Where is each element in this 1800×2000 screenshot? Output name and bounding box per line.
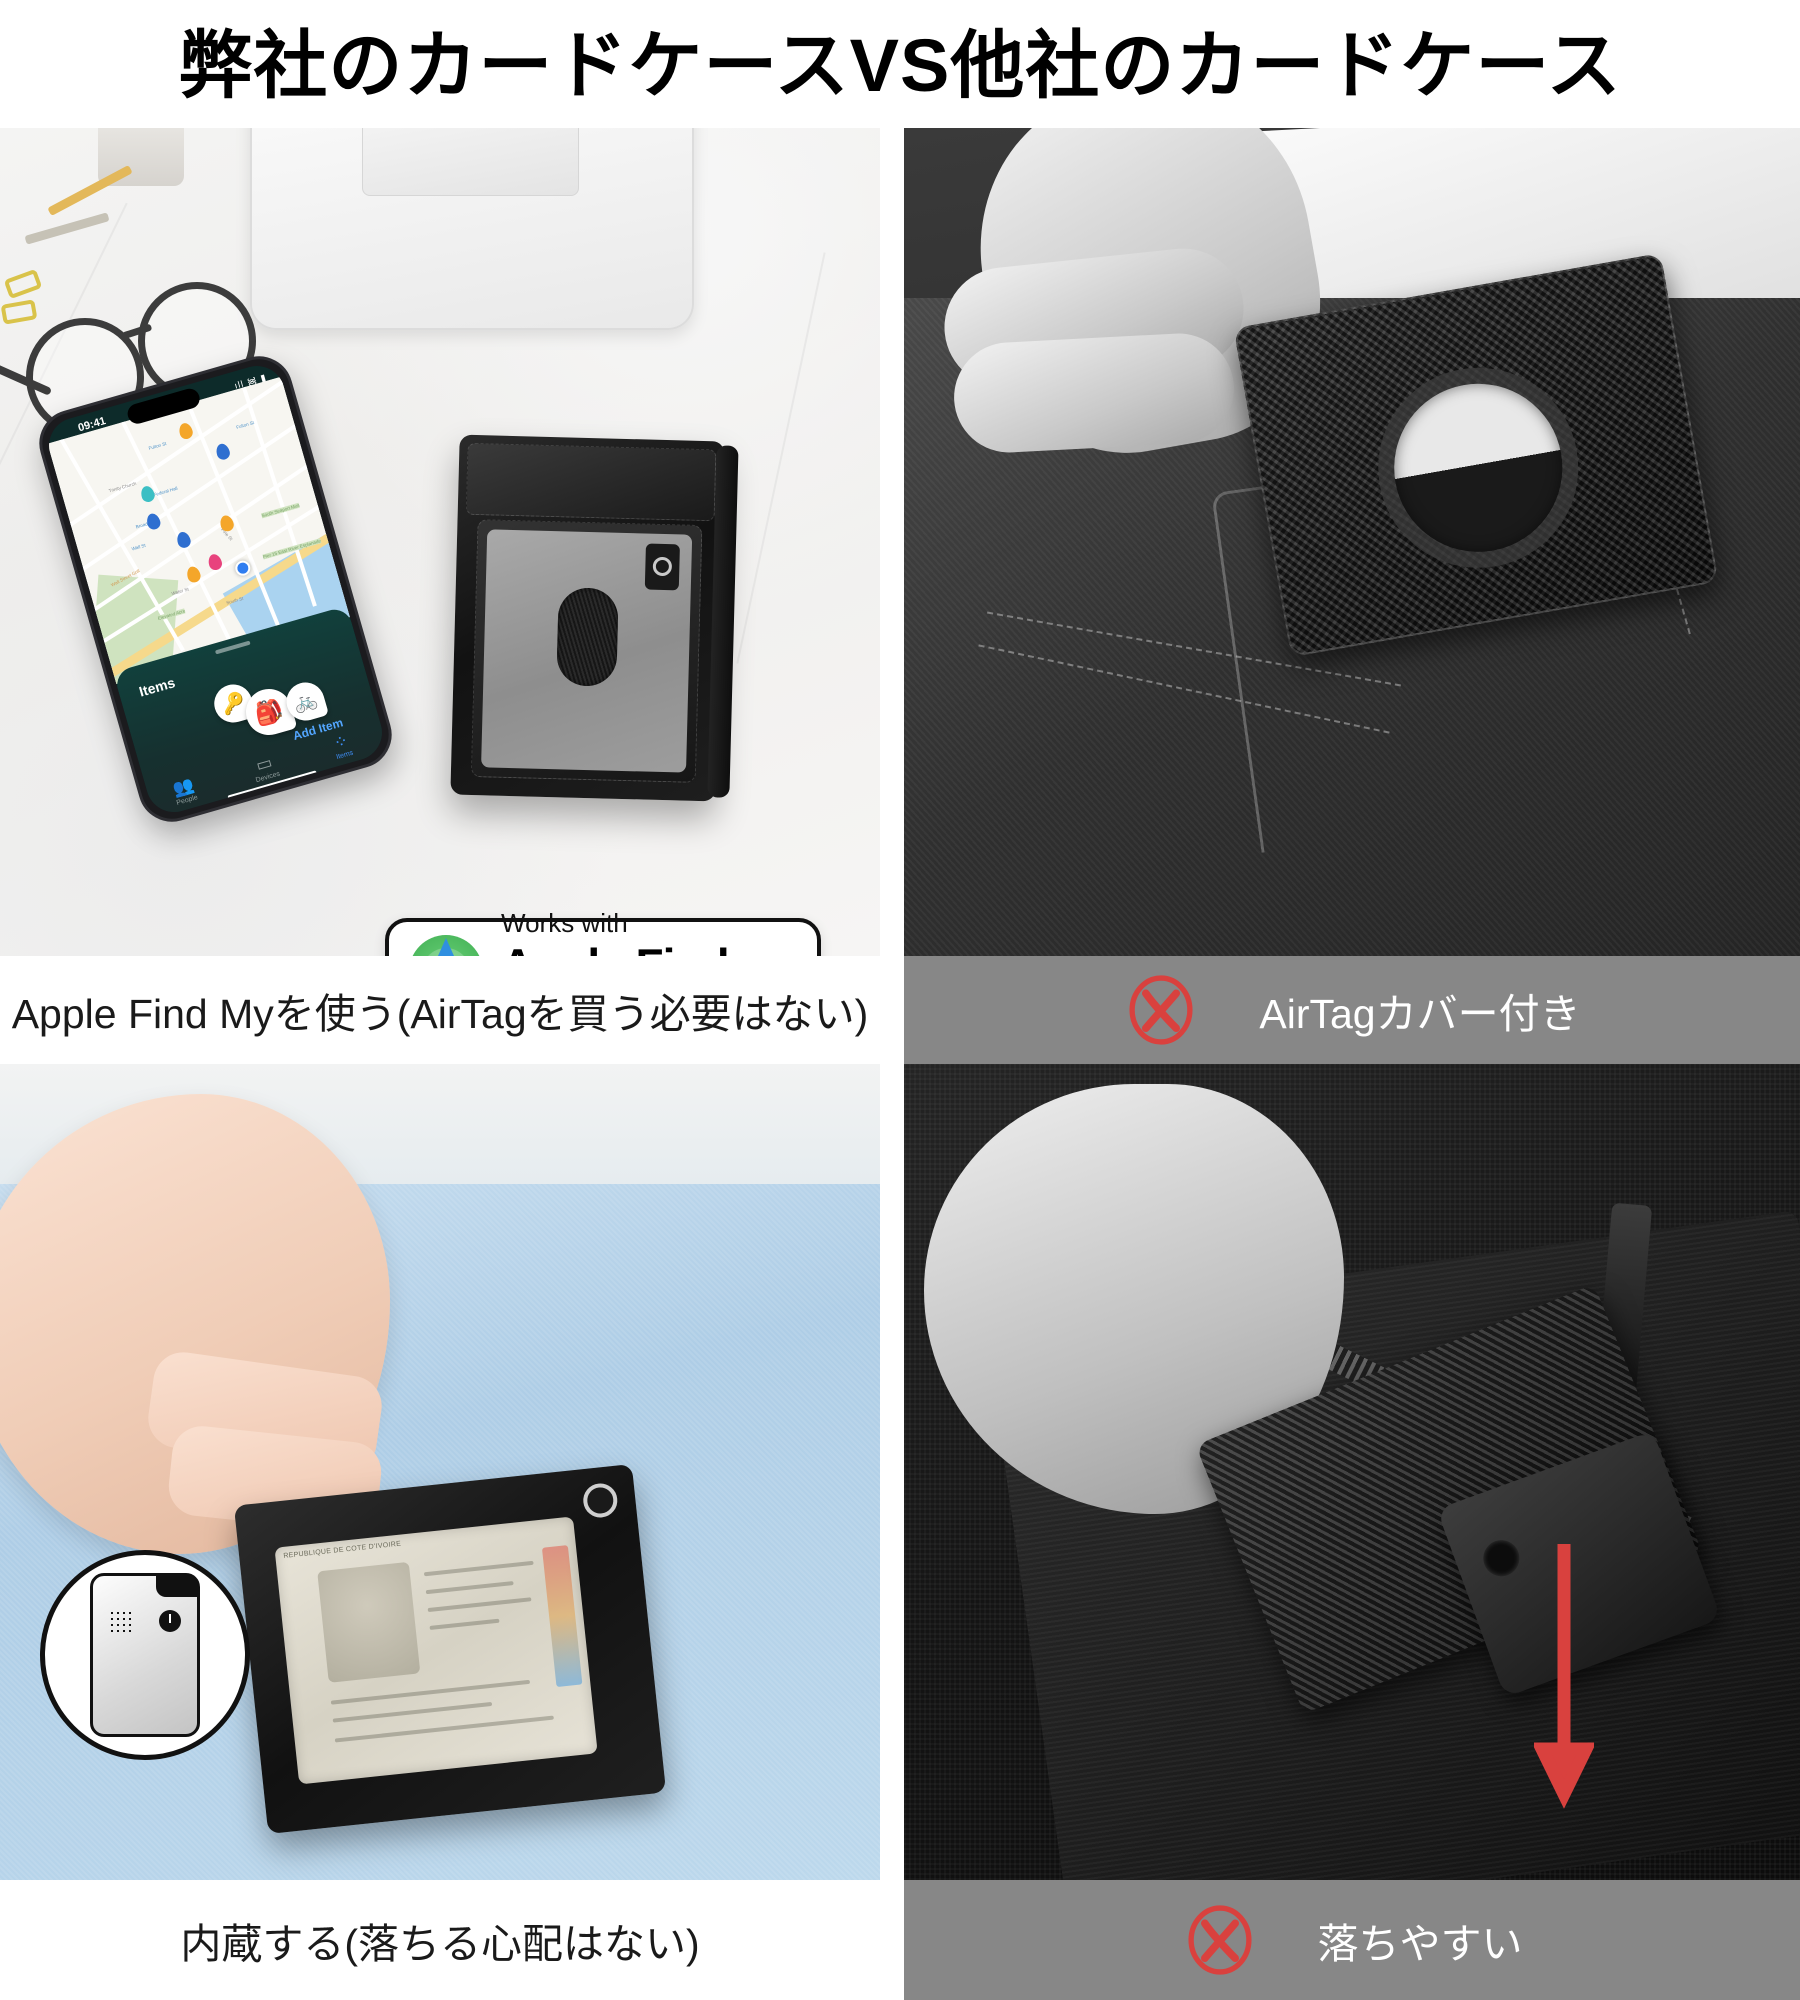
red-x-mark-icon (1182, 1902, 1258, 1978)
tab-devices[interactable]: ▭ Devices (235, 747, 296, 788)
status-time: 09:41 (76, 415, 108, 435)
id-card-line (425, 1581, 514, 1595)
badge-text-block: Works with Apple Find My (501, 910, 797, 956)
infographic-page: 弊社のカードケースVS他社のカードケース Fulton St Fulton St… (0, 0, 1800, 2000)
built-in-tracker-badge (40, 1550, 250, 1760)
wallet-top-flap (465, 442, 717, 522)
badge-apple-find-my-label: Apple Find My (501, 942, 797, 956)
id-card: REPUBLIQUE DE COTE D'IVOIRE (274, 1516, 598, 1785)
id-card-header: REPUBLIQUE DE COTE D'IVOIRE (283, 1540, 402, 1560)
id-card-line (427, 1597, 532, 1613)
thumb-cutout (555, 586, 619, 687)
sheet-grabber[interactable] (214, 640, 251, 655)
tab-items[interactable]: ⁘ Items (311, 725, 372, 766)
badge-works-with-label: Works with (501, 908, 628, 938)
id-card-line (332, 1701, 493, 1723)
caption-top-right: AirTagカバー付き (904, 956, 1800, 1064)
product-wallet-with-id: REPUBLIQUE DE COTE D'IVOIRE (233, 1463, 667, 1835)
caption-top-left: Apple Find Myを使う(AirTagを買う必要はない) (0, 956, 880, 1064)
product-wallet-black-leather (450, 434, 739, 802)
id-card-stripe (541, 1545, 583, 1688)
works-with-apple-find-my-badge: Works with Apple Find My (385, 910, 821, 956)
photo-find-my-wallet: Fulton St Fulton St Trinity Church Feder… (0, 128, 880, 956)
airtag-cutout (1380, 370, 1576, 566)
laptop-trackpad (362, 128, 579, 196)
id-card-line (330, 1679, 531, 1705)
status-indicators: ıll ᯼ ▮ (233, 371, 268, 391)
panel-bottom-right (904, 1064, 1800, 1880)
photo-holder-falling-out (904, 1064, 1800, 1880)
id-card-line (334, 1715, 554, 1743)
panel-top-right (904, 128, 1800, 956)
caption-text: 落ちやすい (1317, 1921, 1523, 1967)
caption-text: AirTagカバー付き (1259, 991, 1581, 1037)
photo-airtag-cover-pocket (904, 128, 1800, 956)
tracker-power-button-icon (159, 1610, 181, 1632)
panel-top-left: Fulton St Fulton St Trinity Church Feder… (0, 128, 880, 956)
items-sheet-title: Items (137, 674, 177, 700)
id-card-line (423, 1560, 534, 1577)
wallet-card-slot (470, 519, 703, 783)
find-my-radar-icon (409, 935, 483, 956)
caption-bottom-right: 落ちやすい (904, 1880, 1800, 2000)
tracker-top-notch (156, 1575, 198, 1597)
laptop (250, 128, 694, 330)
caption-text: Apple Find Myを使う(AirTagを買う必要はない) (11, 991, 869, 1037)
id-card-line (429, 1618, 500, 1630)
page-title: 弊社のカードケースVS他社のカードケース (178, 23, 1622, 107)
caption-bottom-left: 内蔵する(落ちる心配はない) (0, 1880, 880, 2000)
caption-text: 内蔵する(落ちる心配はない) (180, 1921, 700, 1967)
wallet-card-panel (481, 529, 693, 773)
red-x-mark-icon (1123, 972, 1199, 1048)
wallet-rivet-snap (581, 1481, 619, 1520)
red-down-arrow-icon (1534, 1544, 1594, 1844)
id-card-portrait (317, 1561, 421, 1683)
tab-people[interactable]: 👥 People (154, 770, 215, 811)
finger (951, 330, 1237, 456)
wallet-rivet-snap (644, 543, 680, 591)
tracker-speaker-icon (109, 1610, 135, 1636)
radar-cone (430, 938, 462, 956)
built-in-tracker-icon (90, 1573, 200, 1737)
